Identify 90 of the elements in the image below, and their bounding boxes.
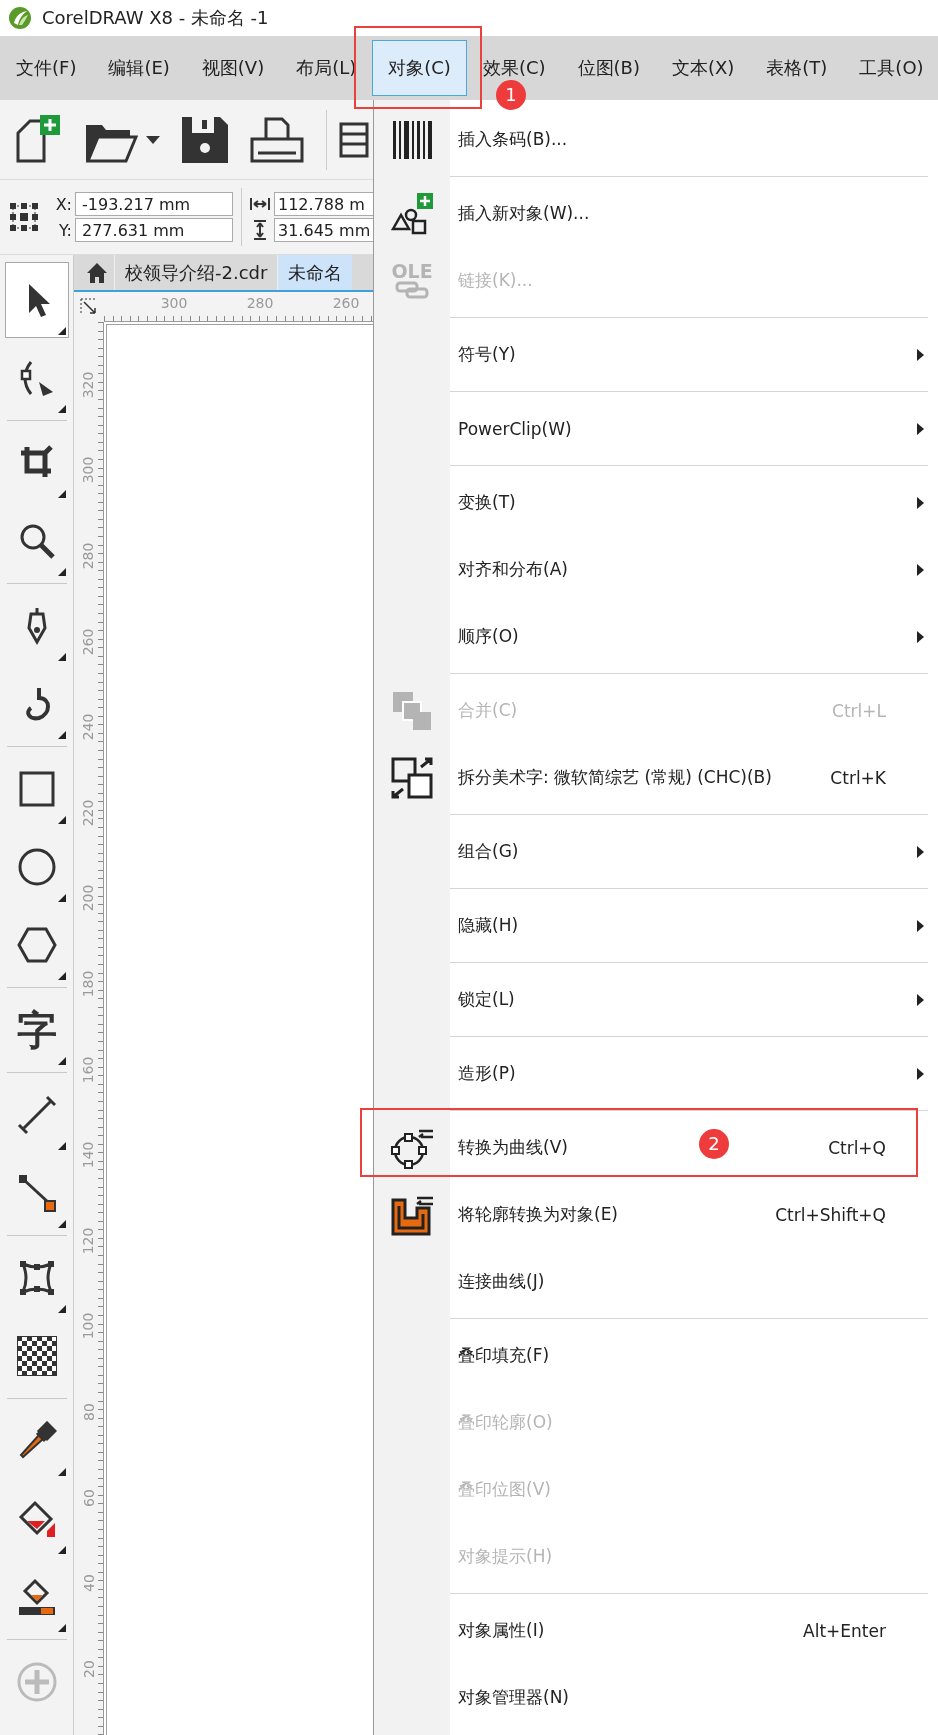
ruler-label: 160 [80, 1056, 97, 1083]
ruler-label: 120 [80, 1227, 97, 1255]
menu-item[interactable]: 文本(X) [655, 40, 751, 96]
ruler-label: 300 [159, 294, 189, 313]
split-squares-icon [391, 756, 433, 799]
menu-item[interactable]: 造形(P) [458, 1062, 516, 1085]
menu-item[interactable]: 叠印填充(F) [458, 1344, 550, 1367]
menu-item[interactable]: 表格(T) [750, 40, 844, 96]
menu-item[interactable]: PowerClip(W) [458, 418, 572, 439]
ruler-label: 260 [80, 628, 97, 655]
x-position-field[interactable]: -193.217 mm [75, 192, 233, 216]
menu-item[interactable]: 变换(T) [458, 491, 516, 514]
ruler-label: 80 [80, 1403, 97, 1421]
menu-item[interactable]: 组合(G) [458, 840, 519, 863]
ruler-label: 280 [80, 542, 97, 570]
step-badge: 2 [699, 1129, 729, 1159]
menu-item[interactable]: 插入新对象(W)... [458, 202, 590, 225]
menu-item[interactable]: 对象管理器(N) [458, 1686, 569, 1709]
printer-icon [250, 116, 304, 163]
menu-item[interactable]: 位图(B) [561, 40, 656, 96]
menu-item[interactable]: 锁定(L) [458, 988, 515, 1011]
field-label: X: [54, 194, 72, 214]
menu-item[interactable]: 对齐和分布(A) [458, 558, 568, 581]
ruler-label: 20 [80, 1659, 97, 1678]
save-button[interactable] [182, 116, 228, 163]
window-title: CorelDRAW X8 - 未命名 -1 [42, 6, 269, 30]
new-document-button[interactable] [14, 114, 62, 165]
width-field[interactable]: 112.788 m [274, 192, 374, 216]
house-icon [86, 261, 108, 284]
document-tab[interactable]: 未命名 [277, 255, 353, 290]
shortcut-text: Ctrl+Shift+Q [775, 1204, 886, 1225]
height-field[interactable]: 31.645 mm [274, 218, 374, 242]
dimension-line-icon [16, 1095, 57, 1135]
ruler-label: 320 [80, 371, 97, 399]
menu-item[interactable]: 视图(V) [185, 40, 281, 96]
ruler-label: 180 [80, 970, 97, 998]
shortcut-text: Alt+Enter [803, 1620, 886, 1641]
app-logo-icon [8, 6, 32, 30]
menu-item[interactable]: 工具(O) [843, 40, 938, 96]
ruler-label: 220 [80, 799, 97, 827]
ruler-label: 280 [245, 294, 275, 313]
shortcut-text: Ctrl+K [830, 767, 886, 788]
ruler-label: 240 [80, 713, 97, 741]
circle-icon [16, 847, 57, 887]
icon-label: OLE [391, 262, 433, 281]
ruler-label: 300 [80, 457, 97, 484]
smart-fill-icon [16, 1577, 57, 1617]
menu-item[interactable]: 文件(F) [0, 40, 93, 96]
print-button[interactable] [250, 116, 304, 163]
menu-item[interactable]: 顺序(O) [458, 625, 519, 648]
plus-circle-icon [16, 1662, 57, 1702]
chain-link-icon [395, 281, 429, 299]
menu-item[interactable]: 对象属性(I) [458, 1619, 545, 1642]
caret-icon [146, 135, 160, 144]
barcode-icon [391, 118, 433, 161]
dropdown-button[interactable] [146, 135, 160, 144]
menu-item[interactable]: 符号(Y) [458, 343, 516, 366]
menu-item[interactable]: 拆分美术字: 微软简综艺 (常规) (CHC)(B) [458, 766, 772, 789]
transform-grid-icon [10, 203, 38, 231]
tool-button[interactable]: 字 [4, 992, 69, 1068]
ruler-label: 200 [80, 885, 97, 912]
width-icon [250, 197, 270, 211]
ruler-label: 140 [80, 1141, 97, 1169]
ruler-origin-icon [80, 298, 98, 316]
ruler-label: 60 [80, 1488, 97, 1507]
shortcut-text: Ctrl+Q [828, 1137, 886, 1158]
menu-item[interactable]: 编辑(E) [92, 40, 186, 96]
menu-item[interactable]: 插入条码(B)... [458, 128, 568, 151]
hexagon-icon [16, 925, 57, 965]
connector-line-icon [16, 1173, 57, 1213]
checkerboard-icon [16, 1336, 57, 1376]
menu-item[interactable]: 布局(L) [280, 40, 373, 96]
menu-item[interactable]: 连接曲线(J) [458, 1270, 545, 1293]
overlapping-squares-icon [391, 689, 433, 732]
menu-item[interactable]: 对象(C) [372, 40, 467, 96]
new-page-icon [14, 114, 62, 165]
ruler-label: 40 [80, 1574, 97, 1592]
menu-item[interactable]: 隐藏(H) [458, 914, 519, 937]
menu-item[interactable]: 转换为曲线(V) [458, 1136, 568, 1159]
tool-button[interactable] [4, 262, 69, 338]
paint-bucket-icon [16, 1499, 57, 1539]
shortcut-text: Ctrl+L [832, 700, 886, 721]
shapes-plus-icon [391, 192, 433, 235]
ruler-label: 100 [80, 1312, 97, 1340]
field-label: Y: [57, 220, 72, 240]
text-tool-glyph: 字 [16, 1010, 57, 1050]
menu-item[interactable]: 将轮廓转换为对象(E) [458, 1203, 618, 1226]
ruler-label: 260 [331, 294, 361, 313]
y-position-field[interactable]: 277.631 mm [75, 218, 233, 242]
step-badge: 1 [495, 80, 526, 110]
